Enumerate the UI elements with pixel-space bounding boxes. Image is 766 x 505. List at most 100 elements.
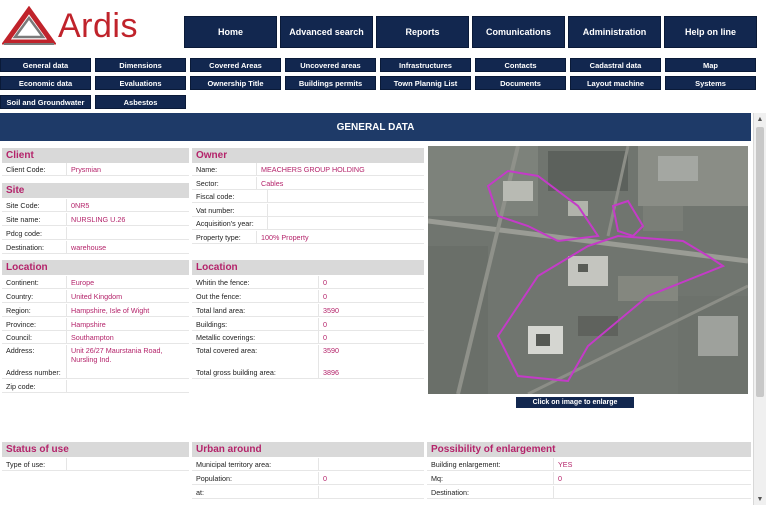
scroll-down-arrow-icon[interactable]: ▼ — [754, 493, 766, 505]
sector-row: Sector: Cables — [192, 177, 424, 190]
field-label: Total land area: — [192, 304, 318, 316]
subnav-systems[interactable]: Systems — [665, 76, 756, 90]
app-root: Ardis Home Advanced search Reports Comun… — [0, 0, 766, 505]
satellite-map-image[interactable] — [428, 146, 748, 394]
field-value: 0NR5 — [66, 199, 189, 211]
field-label: Mq: — [427, 472, 553, 484]
field-value: YES — [553, 458, 751, 470]
field-label: Municipal territory area: — [192, 458, 318, 470]
field-label: Total gross building area: — [192, 366, 318, 378]
field-label: Acquisition's year: — [192, 217, 267, 229]
address-row: Address: Unit 26/27 Maurstania Road, Nur… — [2, 345, 189, 367]
destination-row: Destination: warehouse — [2, 241, 189, 254]
field-value: Hampshire — [66, 318, 189, 330]
field-value: 0 — [553, 472, 751, 484]
field-value: Prysmian — [66, 163, 189, 175]
subnav-ownership-title[interactable]: Ownership Title — [190, 76, 281, 90]
field-label: Building enlargement: — [427, 458, 553, 470]
out-fence-row: Out the fence: 0 — [192, 290, 424, 303]
subnav-infrastructures[interactable]: Infrastructures — [380, 58, 471, 72]
site-code-row: Site Code: 0NR5 — [2, 199, 189, 212]
continent-row: Continent: Europe — [2, 276, 189, 289]
status-of-use-header: Status of use — [2, 442, 189, 457]
field-value: NURSLING U.26 — [66, 213, 189, 225]
subnav-map[interactable]: Map — [665, 58, 756, 72]
field-value — [66, 366, 189, 378]
field-value: Unit 26/27 Maurstania Road, Nursling Ind… — [66, 345, 189, 367]
enlargement-destination-row: Destination: — [427, 486, 751, 499]
subnav-layout-machine[interactable]: Layout machine — [570, 76, 661, 90]
subnav-contacts[interactable]: Contacts — [475, 58, 566, 72]
province-row: Province: Hampshire — [2, 318, 189, 331]
vertical-scrollbar[interactable]: ▲ ▼ — [753, 113, 766, 505]
population-row: Population: 0 — [192, 472, 424, 485]
field-label: Type of use: — [2, 458, 66, 470]
nav-administration-button[interactable]: Administration — [568, 16, 661, 48]
total-covered-area-row: Total covered area: 3590 — [192, 345, 424, 367]
field-label: Site Code: — [2, 199, 66, 211]
field-value: Europe — [66, 276, 189, 288]
zip-code-row: Zip code: — [2, 380, 189, 393]
property-type-row: Property type: 100% Property — [192, 231, 424, 244]
field-label: Site name: — [2, 213, 66, 225]
field-label: Client Code: — [2, 163, 66, 175]
subnav-covered-areas[interactable]: Covered Areas — [190, 58, 281, 72]
nav-home-button[interactable]: Home — [184, 16, 277, 48]
building-enlargement-row: Building enlargement: YES — [427, 458, 751, 471]
ardis-logo[interactable]: Ardis — [2, 4, 178, 48]
field-label: at: — [192, 486, 318, 498]
field-label: Fiscal code: — [192, 190, 267, 202]
subnav-documents[interactable]: Documents — [475, 76, 566, 90]
subnav-general-data[interactable]: General data — [0, 58, 91, 72]
field-label: Destination: — [2, 241, 66, 253]
field-label: Property type: — [192, 231, 256, 243]
subnav-town-planning-list[interactable]: Town Plannig List — [380, 76, 471, 90]
field-label: Zip code: — [2, 380, 66, 392]
metallic-coverings-row: Metallic coverings: 0 — [192, 331, 424, 344]
field-label: Metallic coverings: — [192, 331, 318, 343]
location-dimensions-header: Location — [192, 260, 424, 275]
brand-name: Ardis — [58, 6, 138, 45]
subnav-soil-groundwater[interactable]: Soil and Groundwater — [0, 95, 91, 109]
field-label: Destination: — [427, 486, 553, 498]
mq-row: Mq: 0 — [427, 472, 751, 485]
nav-advanced-search-button[interactable]: Advanced search — [280, 16, 373, 48]
subnav-cadastral-data[interactable]: Cadastral data — [570, 58, 661, 72]
council-row: Council: Southampton — [2, 331, 189, 344]
field-value: 3590 — [318, 345, 424, 367]
subnav-uncovered-areas[interactable]: Uncovered areas — [285, 58, 376, 72]
location-header: Location — [2, 260, 189, 275]
field-label: Council: — [2, 331, 66, 343]
field-value — [553, 486, 751, 498]
field-value: Hampshire, Isle of Wight — [66, 304, 189, 316]
subnav-dimensions[interactable]: Dimensions — [95, 58, 186, 72]
subnav-buildings-permits[interactable]: Buildings permits — [285, 76, 376, 90]
scroll-thumb[interactable] — [756, 127, 764, 397]
address-number-row: Address number: — [2, 366, 189, 379]
site-name-row: Site name: NURSLING U.26 — [2, 213, 189, 226]
subnav-evaluations[interactable]: Evaluations — [95, 76, 186, 90]
nav-communications-button[interactable]: Comunications — [472, 16, 565, 48]
country-row: Country: United Kingdom — [2, 290, 189, 303]
total-land-area-row: Total land area: 3590 — [192, 304, 424, 317]
enlargement-header: Possibility of enlargement — [427, 442, 751, 457]
nav-reports-button[interactable]: Reports — [376, 16, 469, 48]
client-header: Client — [2, 148, 189, 163]
field-label: Buildings: — [192, 318, 318, 330]
field-value: 3896 — [318, 366, 424, 378]
field-value — [267, 190, 424, 202]
subnav-economic-data[interactable]: Economic data — [0, 76, 91, 90]
field-label: Province: — [2, 318, 66, 330]
enlarge-image-button[interactable]: Click on image to enlarge — [516, 397, 634, 408]
field-value: Southampton — [66, 331, 189, 343]
field-label: Address: — [2, 345, 66, 367]
field-value — [66, 380, 189, 392]
buildings-row: Buildings: 0 — [192, 318, 424, 331]
subnav-asbestos[interactable]: Asbestos — [95, 95, 186, 109]
nav-help-button[interactable]: Help on line — [664, 16, 757, 48]
field-value — [318, 486, 424, 498]
field-value — [66, 458, 189, 470]
total-gross-building-area-row: Total gross building area: 3896 — [192, 366, 424, 379]
field-value: United Kingdom — [66, 290, 189, 302]
scroll-up-arrow-icon[interactable]: ▲ — [754, 113, 766, 125]
